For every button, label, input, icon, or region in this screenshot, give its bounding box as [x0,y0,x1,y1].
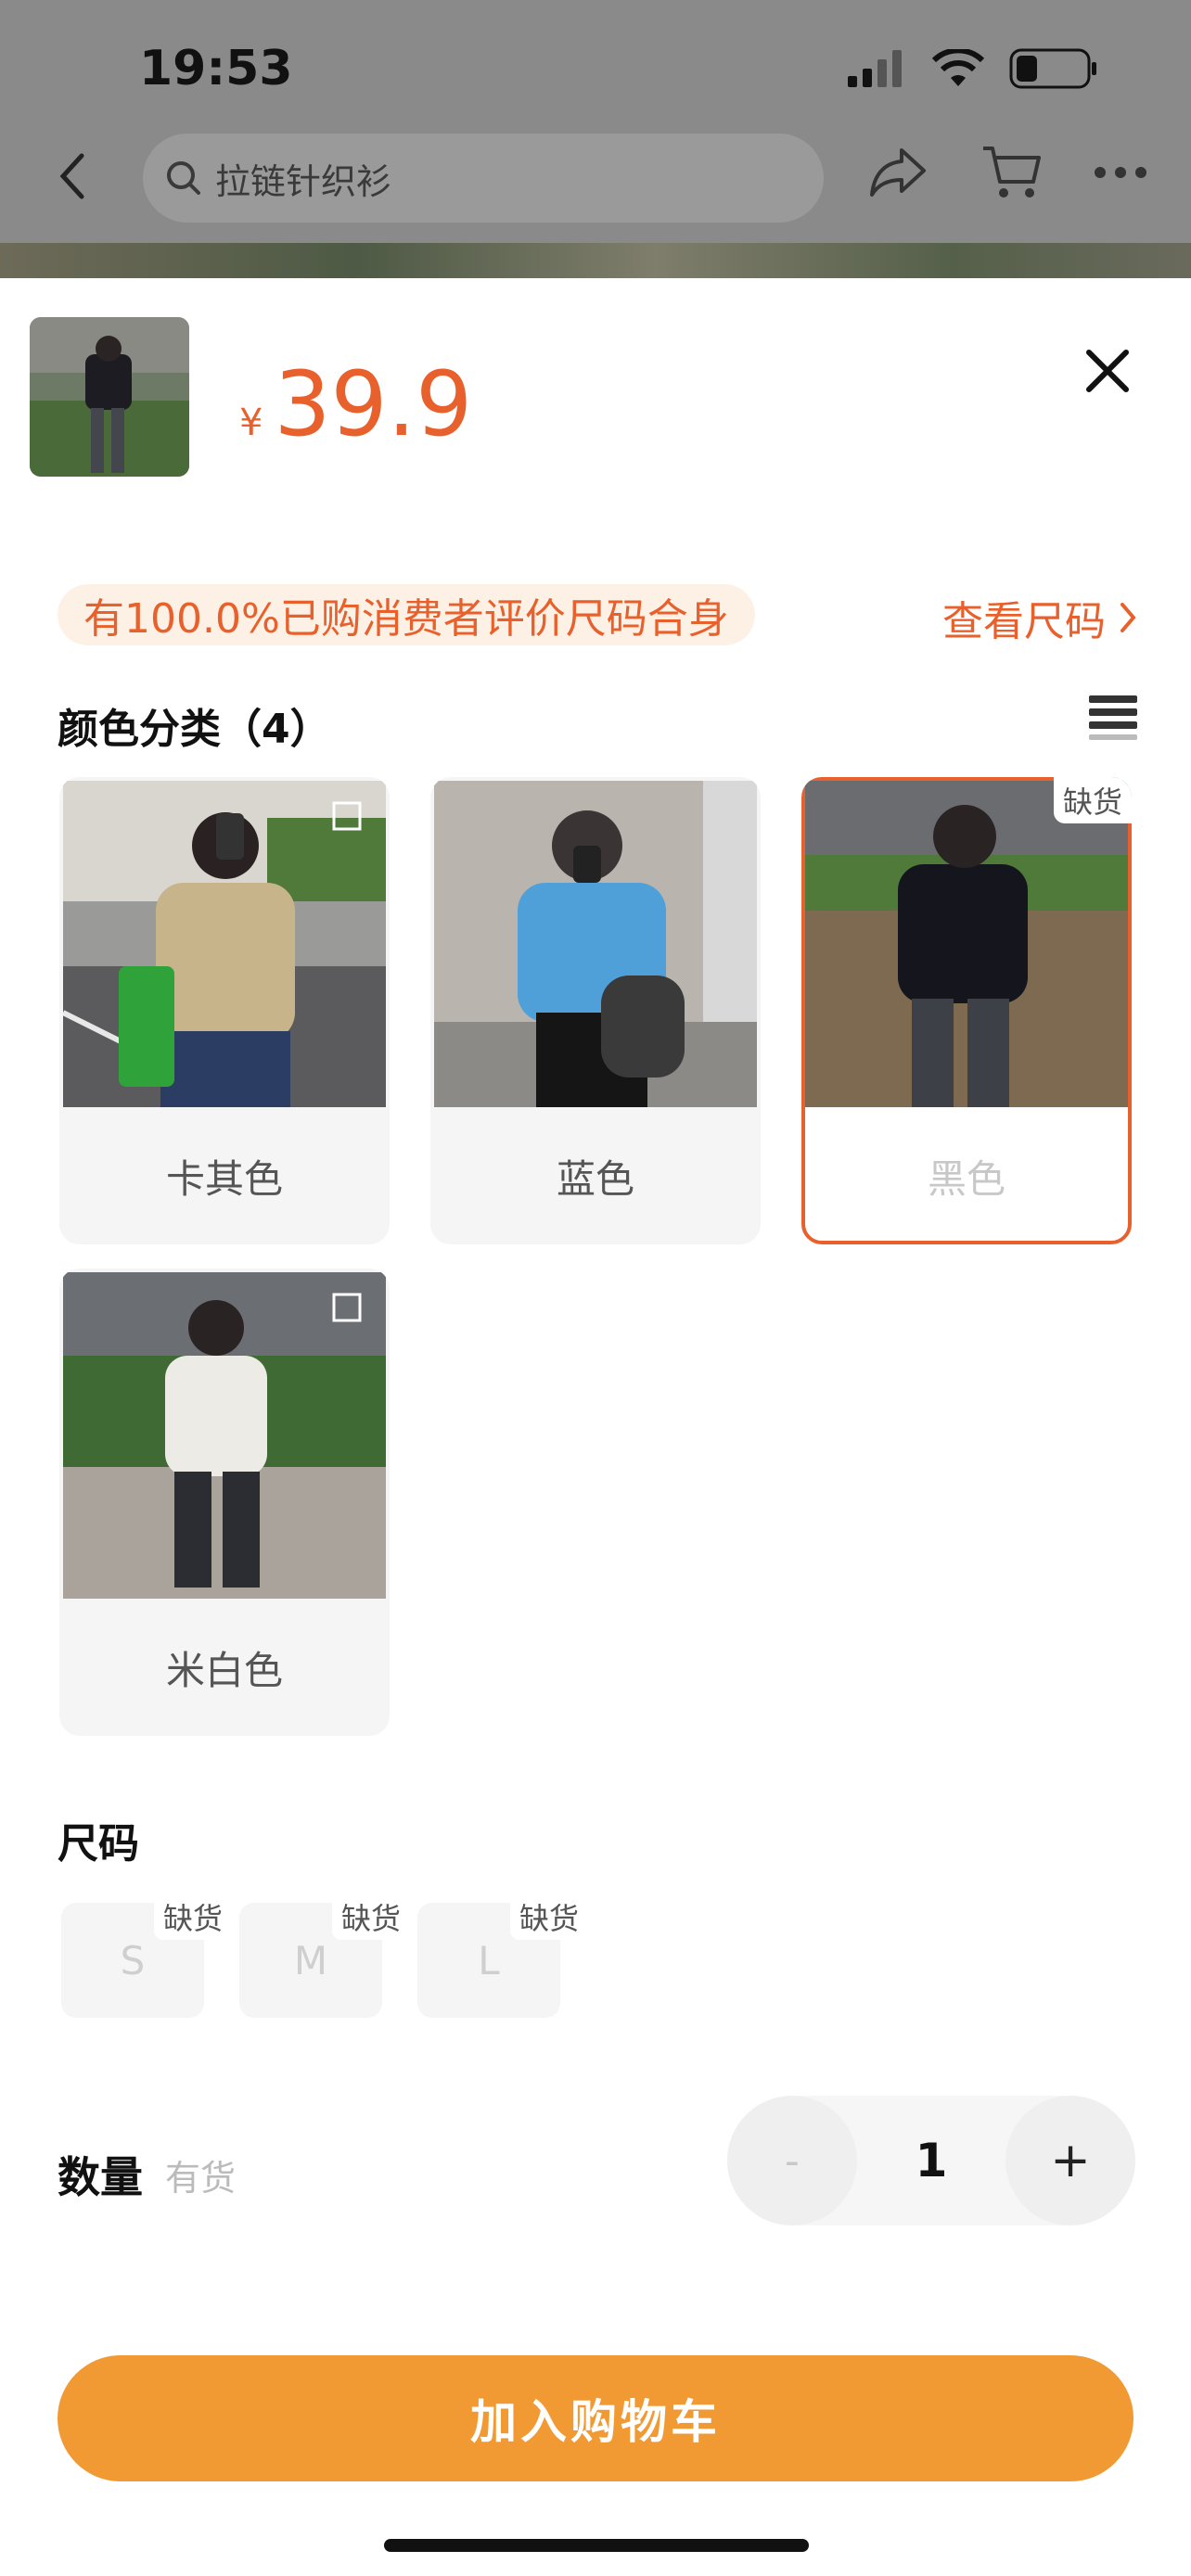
size-label: L [478,1937,500,1983]
color-label: 蓝色 [556,1155,634,1202]
size-option-s[interactable]: S 缺货 [61,1894,232,2018]
add-to-cart-button[interactable]: 加入购物车 [58,2355,1133,2481]
color-option-off-white[interactable]: 米白色 [59,1269,390,1736]
wifi-icon [931,49,985,86]
back-arrow-icon[interactable] [54,148,91,204]
stock-status: 有货 [165,2158,237,2199]
size-guide-label: 查看尺码 [942,598,1106,645]
search-text: 拉链针织衫 [215,160,392,202]
price: ¥ 39.9 [239,352,472,456]
color-section-title: 颜色分类（4） [58,706,331,753]
quantity-stepper: - 1 + [727,2096,1135,2225]
size-label: M [293,1937,328,1983]
size-guide-link[interactable]: 查看尺码 [942,588,1137,647]
color-label: 卡其色 [165,1155,283,1202]
color-label: 米白色 [165,1647,283,1693]
out-of-stock-tag: 缺货 [1053,777,1132,823]
more-icon[interactable] [1093,163,1148,182]
product-thumbnail[interactable] [30,317,189,477]
out-of-stock-tag: 缺货 [331,1894,410,1940]
status-icons [848,48,1098,89]
search-icon [167,161,200,195]
close-icon[interactable] [1082,345,1133,397]
color-label: 黑色 [927,1155,1005,1202]
chevron-right-icon [1121,603,1136,632]
decrement-button[interactable]: - [727,2096,857,2225]
color-option-black[interactable]: 黑色 缺货 [801,777,1132,1244]
home-indicator[interactable] [384,2539,809,2552]
khaki-photo [63,781,386,1107]
price-value: 39.9 [274,352,473,456]
color-option-khaki[interactable]: 卡其色 [59,777,390,1244]
color-option-blue[interactable]: 蓝色 [430,777,761,1244]
size-option-m[interactable]: M 缺货 [239,1894,410,2018]
signal-icon [848,50,902,87]
out-of-stock-tag: 缺货 [153,1894,232,1940]
list-view-icon[interactable] [1089,694,1137,742]
out-of-stock-tag: 缺货 [509,1894,588,1940]
size-option-l[interactable]: L 缺货 [417,1894,588,2018]
off-white-photo [63,1272,386,1599]
black-photo [805,781,1128,1107]
status-time: 19:53 [139,41,293,96]
share-icon[interactable] [866,139,929,202]
size-fit-badge: 有100.0%已购消费者评价尺码合身 [58,584,755,645]
search-bar[interactable]: 拉链针织衫 [143,134,824,223]
battery-icon [1009,48,1096,89]
currency-symbol: ¥ [239,402,263,444]
quantity-label: 数量 [58,2152,143,2202]
blue-photo [434,781,757,1107]
sku-selector-sheet: ¥ 39.9 有100.0%已购消费者评价尺码合身 查看尺码 颜色分类（4） 卡… [0,278,1191,2576]
size-section-title: 尺码 [58,1820,139,1868]
quantity-value[interactable]: 1 [857,2096,1005,2225]
cart-icon[interactable] [980,139,1044,204]
increment-button[interactable]: + [1005,2096,1135,2225]
background-photo-strip [0,243,1191,278]
size-label: S [120,1937,146,1983]
